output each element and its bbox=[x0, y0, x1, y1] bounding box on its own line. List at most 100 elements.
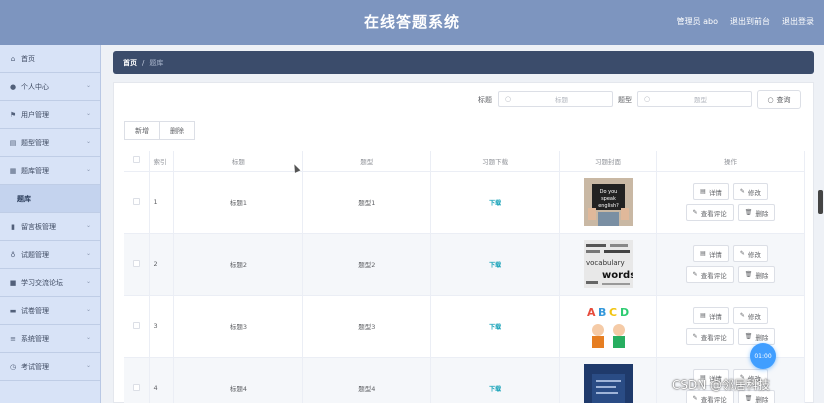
svg-text:words: words bbox=[602, 270, 633, 281]
edit-button-label: 修改 bbox=[747, 250, 761, 259]
sidebar-item-10[interactable]: ≡ 系统管理 ⌄ bbox=[0, 325, 100, 353]
sidebar-item-label: 学习交流论坛 bbox=[21, 278, 63, 287]
download-link[interactable]: 下载 bbox=[489, 200, 501, 207]
cover-image: Do you speak english? bbox=[583, 178, 633, 226]
logout-link[interactable]: 退出登录 bbox=[782, 16, 814, 27]
table-row: 3 标题3 题型3 下载 A B C D ▤ 详情 ✎ 修改 ✎ 查看评论 🗑 删除 bbox=[124, 295, 805, 358]
home-icon: ⌂ bbox=[10, 54, 16, 63]
svg-text:Do you: Do you bbox=[599, 189, 617, 195]
download-link[interactable]: 下载 bbox=[489, 262, 501, 269]
back-to-front-link[interactable]: 退出到前台 bbox=[730, 16, 770, 27]
top-header: 在线答题系统 管理员 abo 退出到前台 退出登录 bbox=[0, 0, 824, 45]
download-link[interactable]: 下载 bbox=[489, 324, 501, 331]
chevron-down-icon: ⌄ bbox=[85, 250, 91, 257]
select-all-cell[interactable] bbox=[124, 151, 151, 172]
view-comments-button[interactable]: ✎ 查看评论 bbox=[685, 204, 734, 221]
row-select-cell[interactable] bbox=[124, 357, 151, 403]
edit-icon: ✎ bbox=[692, 271, 698, 278]
row-type: 题型2 bbox=[302, 233, 432, 296]
sidebar-item-label: 题型管理 bbox=[21, 138, 49, 147]
admin-label: 管理员 abo bbox=[676, 17, 718, 26]
view-comments-button[interactable]: ✎ 查看评论 bbox=[685, 328, 734, 345]
delete-button[interactable]: 🗑 删除 bbox=[737, 266, 776, 283]
sidebar: ⌂ 首页 ● 个人中心 ⌄ ⚑ 用户管理 ⌄ ▤ 题型管理 ⌄ ▦ 题库管理 ⌄ 题库 ▮ 留言板管理 ⌄ ♁ 试题管… bbox=[0, 45, 101, 403]
user-icon: ● bbox=[9, 82, 17, 91]
document-icon: ▤ bbox=[700, 250, 706, 257]
edit-button-label: 修改 bbox=[747, 188, 761, 197]
table-header-row: 索引 标题 题型 习题下载 习题封面 操作 bbox=[124, 151, 805, 172]
row-checkbox[interactable] bbox=[133, 197, 141, 205]
table-row: 1 标题1 题型1 下载 Do you speak english? ▤ 详情 ✎ 修改 ✎ 查看评论 🗑… bbox=[124, 171, 805, 234]
sidebar-item-11[interactable]: ◷ 考试管理 ⌄ bbox=[0, 353, 100, 381]
row-title: 标题4 bbox=[173, 357, 304, 403]
trash-icon: 🗑 bbox=[744, 333, 753, 340]
sidebar-item-1[interactable]: ● 个人中心 ⌄ bbox=[0, 73, 100, 101]
view-comments-button[interactable]: ✎ 查看评论 bbox=[685, 266, 734, 283]
sidebar-item-5[interactable]: 题库 bbox=[0, 185, 100, 213]
row-select-cell[interactable] bbox=[124, 233, 151, 296]
edit-icon: ✎ bbox=[739, 188, 745, 195]
batch-delete-button[interactable]: 删除 bbox=[159, 121, 195, 140]
scrollbar-thumb[interactable] bbox=[818, 190, 823, 214]
table-row: 2 标题2 题型2 下载 vocabulary words ▤ 详情 ✎ 修改 ✎ 查看评论 🗑 删除 bbox=[124, 233, 805, 296]
chevron-down-icon: ⌄ bbox=[85, 166, 91, 173]
row-checkbox[interactable] bbox=[133, 259, 141, 267]
list-icon: ▤ bbox=[9, 138, 17, 147]
sidebar-item-label: 试卷管理 bbox=[21, 306, 49, 315]
col-cover: 习题封面 bbox=[559, 151, 658, 172]
chevron-down-icon: ⌄ bbox=[85, 110, 91, 117]
add-button[interactable]: 新增 bbox=[124, 121, 160, 140]
delete-button[interactable]: 🗑 删除 bbox=[737, 204, 776, 221]
edit-button[interactable]: ✎ 修改 bbox=[732, 307, 768, 324]
edit-icon: ✎ bbox=[692, 333, 698, 340]
breadcrumb-home[interactable]: 首页 bbox=[123, 58, 137, 68]
row-actions-cell: ▤ 详情 ✎ 修改 ✎ 查看评论 🗑 删除 bbox=[656, 233, 805, 296]
sidebar-item-7[interactable]: ♁ 试题管理 ⌄ bbox=[0, 241, 100, 269]
row-download-cell: 下载 bbox=[430, 171, 561, 234]
sidebar-item-8[interactable]: ■ 学习交流论坛 ⌄ bbox=[0, 269, 100, 297]
sidebar-item-3[interactable]: ▤ 题型管理 ⌄ bbox=[0, 129, 100, 157]
cover-image bbox=[583, 364, 633, 403]
delete-button-label: 删除 bbox=[755, 209, 769, 218]
title-search-input[interactable]: ○ 标题 bbox=[498, 91, 613, 107]
row-select-cell[interactable] bbox=[124, 171, 151, 234]
title-filter-label: 标题 bbox=[478, 96, 492, 104]
row-checkbox[interactable] bbox=[133, 383, 141, 391]
sidebar-item-label: 用户管理 bbox=[21, 110, 49, 119]
book-icon: ▦ bbox=[9, 166, 17, 175]
sidebar-item-6[interactable]: ▮ 留言板管理 ⌄ bbox=[0, 213, 100, 241]
row-actions-cell: ▤ 详情 ✎ 修改 ✎ 查看评论 🗑 删除 bbox=[656, 171, 805, 234]
sidebar-item-2[interactable]: ⚑ 用户管理 ⌄ bbox=[0, 101, 100, 129]
row-download-cell: 下载 bbox=[430, 295, 561, 358]
view-comments-label: 查看评论 bbox=[700, 209, 727, 218]
row-cover-cell: ABCD bbox=[559, 295, 658, 358]
detail-button[interactable]: ▤ 详情 bbox=[693, 245, 729, 262]
type-search-input[interactable]: ○ 题型 bbox=[637, 91, 752, 107]
sidebar-item-0[interactable]: ⌂ 首页 bbox=[0, 45, 100, 73]
sidebar-item-label: 试题管理 bbox=[21, 250, 49, 259]
row-actions-cell: ▤ 详情 ✎ 修改 ✎ 查看评论 🗑 删除 bbox=[656, 295, 805, 358]
detail-button[interactable]: ▤ 详情 bbox=[693, 307, 729, 324]
delete-button[interactable]: 🗑 删除 bbox=[737, 328, 776, 345]
row-select-cell[interactable] bbox=[124, 295, 151, 358]
type-search-placeholder: 题型 bbox=[694, 96, 708, 104]
sidebar-item-4[interactable]: ▦ 题库管理 ⌄ bbox=[0, 157, 100, 185]
row-cover-cell: vocabulary words bbox=[559, 233, 658, 296]
detail-button[interactable]: ▤ 详情 bbox=[693, 183, 729, 200]
trash-icon: 🗑 bbox=[744, 271, 753, 278]
select-all-checkbox[interactable] bbox=[133, 156, 141, 164]
svg-text:B: B bbox=[598, 306, 606, 319]
type-filter-label: 题型 bbox=[618, 96, 632, 104]
cover-image: vocabulary words bbox=[583, 240, 633, 288]
countdown-timer[interactable]: 01:00 bbox=[750, 343, 776, 369]
sidebar-item-label: 题库 bbox=[17, 194, 31, 203]
edit-button[interactable]: ✎ 修改 bbox=[732, 183, 768, 200]
sidebar-item-9[interactable]: ▬ 试卷管理 ⌄ bbox=[0, 297, 100, 325]
svg-text:D: D bbox=[620, 306, 629, 319]
query-button[interactable]: ○ 查询 bbox=[757, 90, 801, 109]
breadcrumb-current: 题库 bbox=[149, 58, 164, 67]
menu-icon: ≡ bbox=[10, 334, 16, 343]
row-checkbox[interactable] bbox=[133, 321, 141, 329]
edit-button[interactable]: ✎ 修改 bbox=[732, 245, 768, 262]
download-link[interactable]: 下载 bbox=[489, 386, 501, 393]
